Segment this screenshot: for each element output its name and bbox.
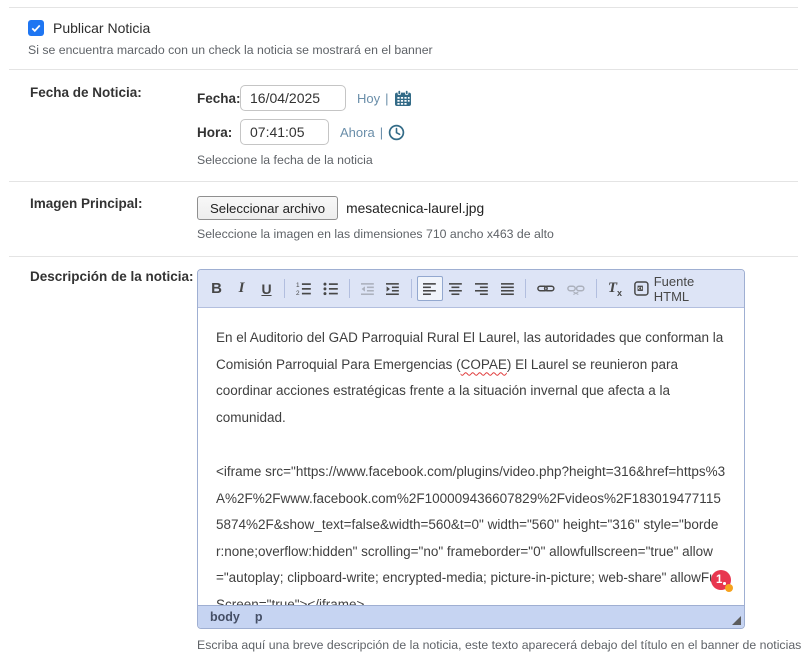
editor-toolbar: B I U 1 2 [198, 270, 744, 308]
news-form-page: Publicar Noticia Si se encuentra marcado… [0, 0, 807, 657]
description-section: Descripción de la noticia: B I U 1 2 [0, 257, 807, 657]
fecha-input[interactable] [240, 85, 346, 111]
numbered-list-icon: 1 2 [296, 282, 311, 296]
toolbar-separator [349, 279, 350, 298]
path-element-p[interactable]: p [255, 610, 263, 624]
publish-label: Publicar Noticia [53, 20, 150, 36]
grammar-checker-badge[interactable]: 1 [711, 570, 731, 590]
svg-text:2: 2 [296, 289, 300, 295]
publish-checkbox[interactable] [28, 20, 44, 36]
align-left-button[interactable] [417, 276, 443, 301]
align-left-icon [423, 282, 437, 296]
source-button-label: Fuente HTML [654, 274, 732, 304]
hora-label: Hora: [197, 125, 240, 140]
underline-button[interactable]: U [254, 276, 279, 301]
align-center-button[interactable] [443, 276, 469, 301]
date-section: Fecha de Noticia: Fecha: Hoy | [0, 70, 807, 181]
badge-orange-dot [725, 584, 733, 592]
separator-pipe: | [385, 91, 388, 106]
svg-text:1: 1 [296, 282, 300, 289]
editor-resize-handle[interactable] [732, 616, 741, 625]
source-icon [634, 281, 649, 296]
decrease-indent-icon [361, 282, 375, 296]
link-button[interactable] [531, 276, 561, 301]
hora-input[interactable] [240, 119, 329, 145]
editor-content[interactable]: En el Auditorio del GAD Parroquial Rural… [198, 308, 744, 605]
unlink-icon [567, 282, 585, 295]
description-help-text: Escriba aquí una breve descripción de la… [197, 638, 807, 652]
image-section-label: Imagen Principal: [0, 196, 197, 241]
editor-embed-code: <iframe src="https://www.facebook.com/pl… [216, 459, 726, 605]
align-justify-icon [501, 282, 515, 296]
align-justify-button[interactable] [495, 276, 521, 301]
separator-pipe: | [380, 125, 383, 140]
selected-filename: mesatecnica-laurel.jpg [346, 201, 484, 216]
increase-indent-icon [386, 282, 400, 296]
calendar-icon[interactable] [394, 90, 412, 107]
bulleted-list-icon [323, 282, 338, 296]
rich-text-editor: B I U 1 2 [197, 269, 745, 629]
clock-icon[interactable] [388, 124, 405, 141]
toolbar-separator [284, 279, 285, 298]
increase-indent-button[interactable] [380, 276, 406, 301]
editor-paragraph: En el Auditorio del GAD Parroquial Rural… [216, 325, 726, 431]
path-element-body[interactable]: body [210, 610, 240, 624]
description-section-label: Descripción de la noticia: [0, 269, 197, 657]
image-help-text: Seleccione la imagen en las dimensiones … [197, 227, 807, 241]
date-help-text: Seleccione la fecha de la noticia [197, 153, 807, 167]
toolbar-separator [525, 279, 526, 298]
editor-path-bar: body p [198, 605, 744, 628]
remove-format-button[interactable]: Tx [602, 276, 628, 301]
bulleted-list-button[interactable] [317, 276, 344, 301]
date-section-label: Fecha de Noticia: [0, 85, 197, 167]
unlink-button[interactable] [561, 276, 591, 301]
toolbar-separator [596, 279, 597, 298]
hoy-link[interactable]: Hoy [357, 91, 380, 106]
publish-section: Publicar Noticia Si se encuentra marcado… [0, 8, 807, 69]
publish-help-text: Si se encuentra marcado con un check la … [28, 43, 807, 57]
decrease-indent-button[interactable] [355, 276, 381, 301]
badge-count: 1 [716, 567, 722, 594]
source-button[interactable]: Fuente HTML [628, 276, 738, 301]
align-right-button[interactable] [469, 276, 495, 301]
image-section: Imagen Principal: Seleccionar archivo me… [0, 182, 807, 256]
toolbar-separator [411, 279, 412, 298]
check-icon [30, 22, 42, 34]
ahora-link[interactable]: Ahora [340, 125, 375, 140]
numbered-list-button[interactable]: 1 2 [290, 276, 317, 301]
align-center-icon [449, 282, 463, 296]
align-right-icon [475, 282, 489, 296]
fecha-label: Fecha: [197, 91, 240, 106]
link-icon [537, 282, 555, 295]
italic-button[interactable]: I [229, 276, 254, 301]
select-file-button[interactable]: Seleccionar archivo [197, 196, 338, 220]
misspelled-word: COPAE [461, 357, 507, 372]
bold-button[interactable]: B [204, 276, 229, 301]
